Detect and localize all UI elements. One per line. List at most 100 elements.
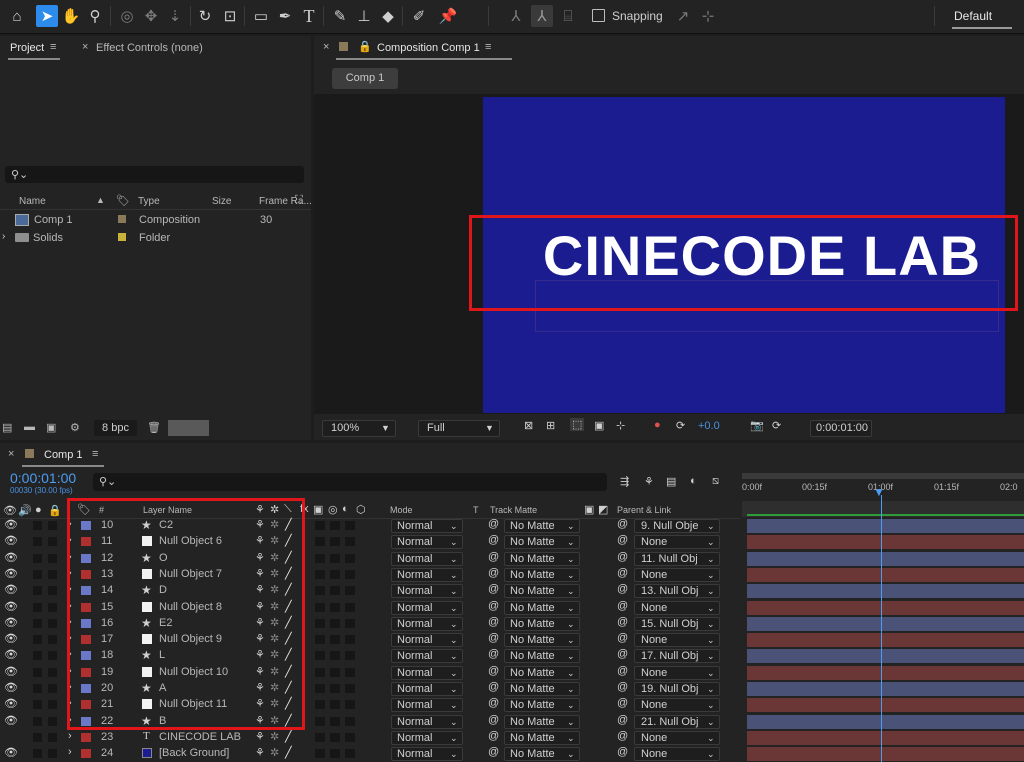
3d-switch[interactable] — [345, 618, 355, 628]
3d-switch[interactable] — [345, 586, 355, 596]
layer-name[interactable]: [Back Ground] — [159, 747, 229, 759]
parent-pickwhip-icon[interactable]: @ — [617, 616, 628, 628]
layer-duration-bar[interactable] — [747, 600, 1024, 615]
fast-preview-icon[interactable]: ⊠ — [524, 419, 533, 432]
visibility-eye-icon[interactable]: 👁 — [4, 665, 18, 678]
layer-duration-bar[interactable] — [747, 747, 1024, 762]
solo-toggle[interactable] — [33, 521, 42, 530]
col-name[interactable]: Name — [19, 196, 46, 207]
snapping-checkbox[interactable] — [592, 9, 605, 22]
matte-pickwhip-icon[interactable]: @ — [488, 616, 499, 628]
tab-project[interactable]: Project — [10, 42, 44, 54]
parent-pickwhip-icon[interactable]: @ — [617, 697, 628, 709]
lock-toggle[interactable] — [48, 537, 57, 547]
matte-pickwhip-icon[interactable]: @ — [488, 600, 499, 612]
view-axis-icon[interactable]: ⌸ — [557, 5, 579, 27]
blend-switch[interactable] — [330, 716, 340, 726]
visibility-eye-icon[interactable]: 👁 — [4, 616, 18, 629]
solo-toggle[interactable] — [33, 667, 42, 677]
motion-blur-icon[interactable]: ◎ — [328, 503, 338, 516]
parent-pickwhip-icon[interactable]: @ — [617, 714, 628, 726]
solo-icon[interactable]: ● — [35, 504, 42, 516]
mask-visibility-icon[interactable]: ⬚ — [570, 418, 585, 431]
mode-dropdown[interactable]: Normal ⌄ — [391, 714, 463, 729]
parent-pickwhip-icon[interactable]: @ — [617, 534, 628, 546]
audio-icon[interactable]: 🔊 — [18, 504, 32, 517]
lock-toggle[interactable] — [48, 602, 57, 612]
blend-switch[interactable] — [330, 700, 340, 710]
layer-row[interactable]: 👁 › 24 [Back Ground] ⚘ ✲ ╱ Normal ⌄ @ No Matte ⌄ @ No… — [0, 746, 740, 762]
parent-pickwhip-icon[interactable]: @ — [617, 632, 628, 644]
label-color-swatch[interactable] — [118, 215, 126, 223]
comp-navigator-button[interactable]: Comp 1 — [332, 68, 398, 89]
visibility-eye-icon[interactable]: 👁 — [4, 551, 18, 564]
3d-switch[interactable] — [345, 602, 355, 612]
matte-pickwhip-icon[interactable]: @ — [488, 714, 499, 726]
panel-menu-icon[interactable]: ≡ — [485, 41, 491, 53]
playhead-line[interactable] — [881, 495, 882, 762]
lock-toggle[interactable] — [48, 569, 57, 579]
parent-pickwhip-icon[interactable]: @ — [617, 567, 628, 579]
effect-switch[interactable] — [315, 651, 325, 661]
lock-toggle[interactable] — [48, 716, 57, 726]
mode-dropdown[interactable]: Normal ⌄ — [391, 535, 463, 550]
parent-dropdown[interactable]: None ⌄ — [634, 600, 720, 615]
motion-blur-icon[interactable]: ◐ — [690, 475, 697, 487]
parent-pickwhip-icon[interactable]: @ — [617, 551, 628, 563]
track-matte-dropdown[interactable]: No Matte ⌄ — [504, 698, 580, 713]
comp-mini-flowchart-icon[interactable]: ⇶ — [620, 475, 629, 488]
parent-dropdown[interactable]: 21. Null Obj ⌄ — [634, 714, 720, 729]
layer-duration-bar[interactable] — [747, 584, 1024, 599]
blend-switch[interactable] — [330, 651, 340, 661]
bpc-button[interactable]: 8 bpc — [94, 420, 137, 436]
col-frame-rate[interactable]: Frame Ra... — [259, 196, 312, 207]
solo-toggle[interactable] — [33, 684, 42, 693]
tab-composition[interactable]: Composition Comp 1 — [377, 42, 480, 54]
3d-switch[interactable] — [345, 651, 355, 661]
mode-dropdown[interactable]: Normal ⌄ — [391, 649, 463, 664]
time-ruler[interactable]: 0:00f 00:15f 01:00f 01:15f 02:0 ▼ — [742, 473, 1024, 499]
grid-guides-icon[interactable]: ⊹ — [616, 419, 625, 432]
col-type[interactable]: Type — [138, 196, 160, 207]
pen-icon[interactable]: ✒ — [274, 5, 296, 27]
effect-switch[interactable] — [315, 553, 325, 563]
lock-toggle[interactable] — [48, 618, 57, 628]
matte-invert-icon[interactable]: ◩ — [598, 503, 608, 516]
pan-camera-icon[interactable]: ✥ — [140, 5, 162, 27]
layer-duration-bar[interactable] — [747, 519, 1024, 533]
project-item-comp1[interactable]: Comp 1 Composition 30 — [0, 212, 311, 229]
blend-switch[interactable] — [330, 618, 340, 628]
shy-layers-icon[interactable]: ⚘ — [644, 475, 654, 488]
solo-toggle[interactable] — [33, 651, 42, 661]
visibility-eye-icon[interactable]: 👁 — [4, 697, 18, 710]
mode-dropdown[interactable]: Normal ⌄ — [391, 600, 463, 615]
matte-pickwhip-icon[interactable]: @ — [488, 730, 499, 742]
effect-switch[interactable] — [315, 537, 325, 547]
effect-switch[interactable] — [315, 667, 325, 677]
delete-icon[interactable]: 🗑 — [147, 421, 161, 434]
zoom-icon[interactable]: ⚲ — [84, 5, 106, 27]
clone-stamp-icon[interactable]: ⊥ — [353, 5, 375, 27]
mode-dropdown[interactable]: Normal ⌄ — [391, 551, 463, 566]
lock-toggle[interactable] — [48, 684, 57, 693]
parent-dropdown[interactable]: None ⌄ — [634, 567, 720, 582]
3d-switch[interactable] — [345, 635, 355, 645]
layer-duration-bar[interactable] — [747, 551, 1024, 566]
mode-dropdown[interactable]: Normal ⌄ — [391, 567, 463, 582]
solo-toggle[interactable] — [33, 569, 42, 579]
label-color-swatch[interactable] — [81, 749, 91, 759]
track-matte-dropdown[interactable]: No Matte ⌄ — [504, 551, 580, 566]
visibility-eye-icon[interactable]: 👁 — [4, 518, 18, 531]
track-matte-dropdown[interactable]: No Matte ⌄ — [504, 567, 580, 582]
layer-duration-bar[interactable] — [747, 633, 1024, 648]
blend-switch[interactable] — [330, 553, 340, 563]
effect-switch[interactable] — [315, 521, 325, 530]
project-search-input[interactable]: ⚲⌄ — [5, 166, 304, 183]
layer-duration-bar[interactable] — [747, 698, 1024, 713]
blend-switch[interactable] — [330, 537, 340, 547]
effect-switch[interactable] — [315, 602, 325, 612]
mode-dropdown[interactable]: Normal ⌄ — [391, 584, 463, 599]
lock-toggle[interactable] — [48, 667, 57, 677]
parent-pickwhip-icon[interactable]: @ — [617, 648, 628, 660]
lock-toggle[interactable] — [48, 700, 57, 710]
